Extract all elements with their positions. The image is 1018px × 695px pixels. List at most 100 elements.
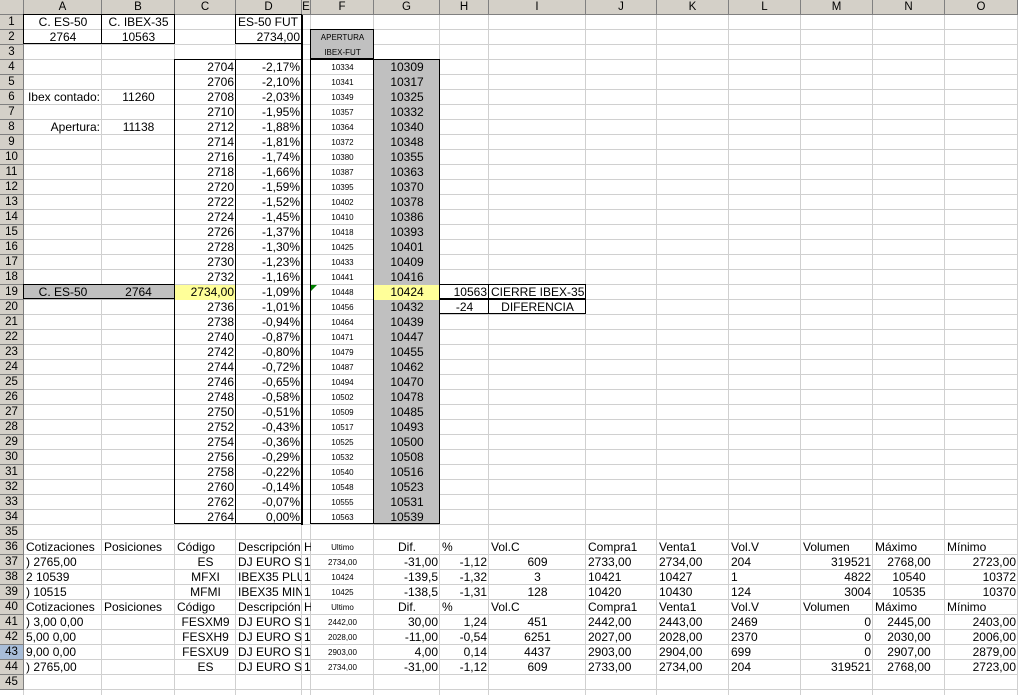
quote-volumen[interactable]: 0 [801, 645, 873, 660]
quote-cotizaciones[interactable]: 9,00 0,00 [24, 645, 102, 660]
row-header-22[interactable]: 22 [0, 330, 24, 345]
quote-descripcion[interactable]: IBEX35 MIN [236, 585, 302, 600]
quote-ultimo[interactable]: 10425 [311, 585, 374, 600]
quote-dif[interactable]: 4,00 [374, 645, 440, 660]
quote-cotizaciones[interactable]: ) 10515 [24, 585, 102, 600]
quote-venta1[interactable]: 2734,00 [657, 660, 729, 675]
quote-pct[interactable]: -0,54 [440, 630, 489, 645]
quote-descripcion[interactable]: DJ EURO S [236, 615, 302, 630]
quote-posiciones[interactable] [102, 630, 175, 645]
column-header-D[interactable]: D [236, 0, 302, 15]
row-header-38[interactable]: 38 [0, 570, 24, 585]
header-dif[interactable]: Dif. [374, 600, 440, 615]
quote-volumen[interactable]: 0 [801, 615, 873, 630]
quote-venta1[interactable]: 2734,00 [657, 555, 729, 570]
header-ultimo[interactable]: Ultimo [311, 540, 374, 555]
quote-venta1[interactable]: 2904,00 [657, 645, 729, 660]
row-header-35[interactable]: 35 [0, 525, 24, 540]
row-header-42[interactable]: 42 [0, 630, 24, 645]
column-header-A[interactable]: A [24, 0, 102, 15]
row-header-14[interactable]: 14 [0, 210, 24, 225]
column-header-C[interactable]: C [175, 0, 236, 15]
quote-minimo[interactable]: 2006,00 [945, 630, 1018, 645]
quote-descripcion[interactable]: DJ EURO S [236, 630, 302, 645]
row-header-11[interactable]: 11 [0, 165, 24, 180]
quote-pct[interactable]: -1,12 [440, 555, 489, 570]
row-header-31[interactable]: 31 [0, 465, 24, 480]
row-header-7[interactable]: 7 [0, 105, 24, 120]
quote-vol-c[interactable]: 609 [489, 555, 586, 570]
row-header-10[interactable]: 10 [0, 150, 24, 165]
quote-pct[interactable]: -1,31 [440, 585, 489, 600]
quote-vol-v[interactable]: 1 [729, 570, 801, 585]
header-vol-c[interactable]: Vol.C [489, 600, 586, 615]
row-header-24[interactable]: 24 [0, 360, 24, 375]
quote-minimo[interactable]: 2723,00 [945, 555, 1018, 570]
quote-minimo[interactable]: 10370 [945, 585, 1018, 600]
quote-ultimo[interactable]: 2734,00 [311, 555, 374, 570]
row-header-29[interactable]: 29 [0, 435, 24, 450]
quote-venta1[interactable]: 10427 [657, 570, 729, 585]
row-header-30[interactable]: 30 [0, 450, 24, 465]
quote-minimo[interactable]: 2879,00 [945, 645, 1018, 660]
quote-dif[interactable]: -139,5 [374, 570, 440, 585]
header-codigo[interactable]: Código [175, 540, 236, 555]
row-header-6[interactable]: 6 [0, 90, 24, 105]
label-apertura[interactable]: Apertura: [24, 120, 102, 135]
quote-codigo[interactable]: FESXU9 [175, 645, 236, 660]
quote-codigo[interactable]: MFMI [175, 585, 236, 600]
header-pct[interactable]: % [440, 600, 489, 615]
header-vol-v[interactable]: Vol.V [729, 600, 801, 615]
header-maximo[interactable]: Máximo [873, 600, 945, 615]
quote-vol-v[interactable]: 124 [729, 585, 801, 600]
quote-h[interactable]: 1 [302, 615, 311, 630]
quote-cotizaciones[interactable]: 2 10539 [24, 570, 102, 585]
quote-ultimo[interactable]: 10424 [311, 570, 374, 585]
column-header-O[interactable]: O [945, 0, 1018, 15]
row-header-34[interactable]: 34 [0, 510, 24, 525]
quote-posiciones[interactable] [102, 660, 175, 675]
quote-posiciones[interactable] [102, 645, 175, 660]
quote-ultimo[interactable]: 2903,00 [311, 645, 374, 660]
column-header-E[interactable]: E [302, 0, 311, 15]
row-header-27[interactable]: 27 [0, 405, 24, 420]
row-header-23[interactable]: 23 [0, 345, 24, 360]
row-header-15[interactable]: 15 [0, 225, 24, 240]
quote-dif[interactable]: 30,00 [374, 615, 440, 630]
column-header-B[interactable]: B [102, 0, 175, 15]
quote-volumen[interactable]: 4822 [801, 570, 873, 585]
column-header-I[interactable]: I [489, 0, 586, 15]
header-dif[interactable]: Dif. [374, 540, 440, 555]
quote-maximo[interactable]: 2768,00 [873, 555, 945, 570]
quote-pct[interactable]: 1,24 [440, 615, 489, 630]
quote-h[interactable]: 1 [302, 630, 311, 645]
quote-vol-c[interactable]: 3 [489, 570, 586, 585]
header-h[interactable]: H [302, 540, 311, 555]
column-header-H[interactable]: H [440, 0, 489, 15]
quote-volumen[interactable]: 319521 [801, 555, 873, 570]
header-cotizaciones[interactable]: Cotizaciones [24, 540, 102, 555]
quote-volumen[interactable]: 0 [801, 630, 873, 645]
header-ultimo[interactable]: Ultimo [311, 600, 374, 615]
quote-posiciones[interactable] [102, 570, 175, 585]
row-header-8[interactable]: 8 [0, 120, 24, 135]
header-compra1[interactable]: Compra1 [586, 600, 657, 615]
quote-maximo[interactable]: 2907,00 [873, 645, 945, 660]
row-header-25[interactable]: 25 [0, 375, 24, 390]
row-header-1[interactable]: 1 [0, 15, 24, 30]
quote-descripcion[interactable]: DJ EURO S [236, 660, 302, 675]
quote-compra1[interactable]: 10420 [586, 585, 657, 600]
row-header-20[interactable]: 20 [0, 300, 24, 315]
quote-compra1[interactable]: 2733,00 [586, 555, 657, 570]
column-header-N[interactable]: N [873, 0, 945, 15]
quote-codigo[interactable]: ES [175, 555, 236, 570]
quote-codigo[interactable]: ES [175, 660, 236, 675]
header-h[interactable]: H [302, 600, 311, 615]
quote-pct[interactable]: -1,32 [440, 570, 489, 585]
quote-h[interactable]: 1 [302, 570, 311, 585]
column-header-L[interactable]: L [729, 0, 801, 15]
header-codigo[interactable]: Código [175, 600, 236, 615]
quote-pct[interactable]: -1,12 [440, 660, 489, 675]
quote-compra1[interactable]: 10421 [586, 570, 657, 585]
quote-dif[interactable]: -11,00 [374, 630, 440, 645]
